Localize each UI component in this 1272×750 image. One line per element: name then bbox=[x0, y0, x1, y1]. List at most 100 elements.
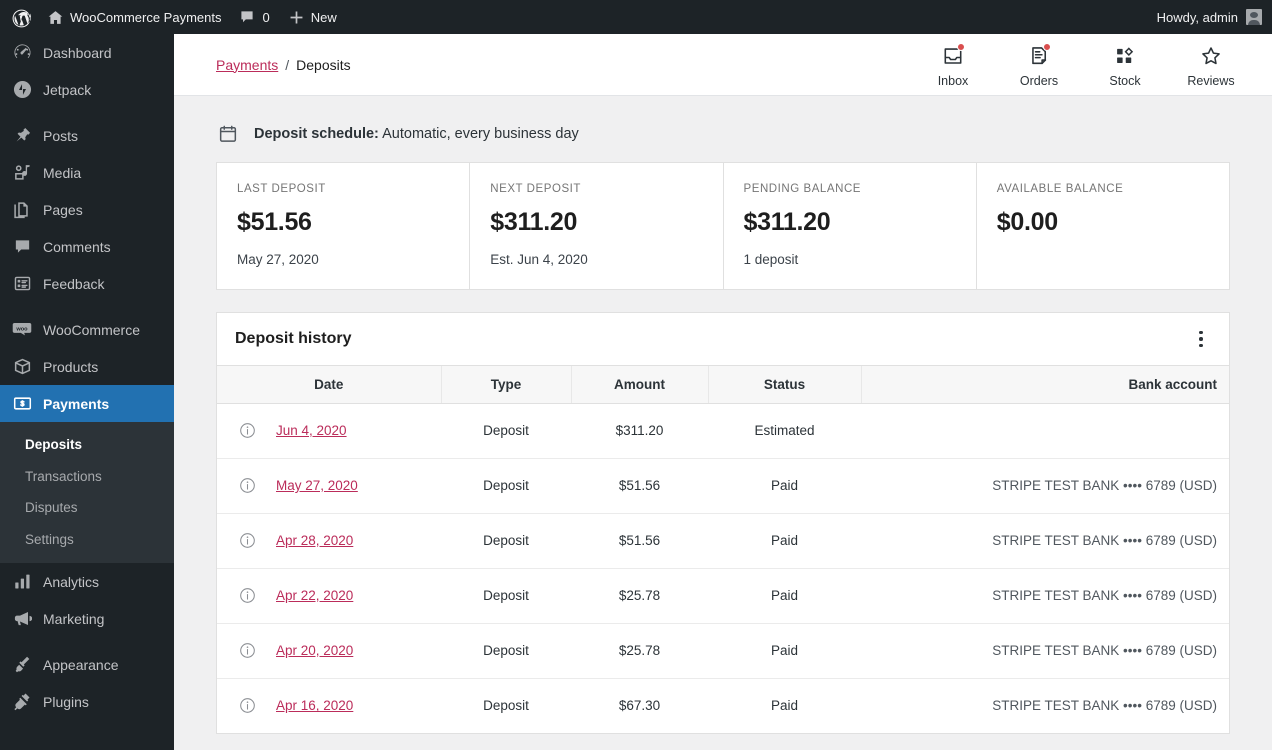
cell-status: Paid bbox=[708, 568, 861, 624]
sidebar-item-label: Marketing bbox=[43, 610, 105, 627]
comments-button[interactable]: 0 bbox=[230, 0, 278, 34]
feedback-icon bbox=[12, 274, 32, 294]
cell-type: Deposit bbox=[441, 403, 571, 459]
wordpress-icon bbox=[12, 9, 31, 28]
table-row[interactable]: May 27, 2020 Deposit $51.56 Paid STRIPE TEST… bbox=[217, 458, 1229, 514]
deposit-date-link[interactable]: Jun 4, 2020 bbox=[276, 423, 347, 438]
sidebar-item-products[interactable]: Products bbox=[0, 348, 174, 385]
submenu-item-deposits[interactable]: Deposits bbox=[0, 429, 174, 461]
orders-icon bbox=[1026, 43, 1052, 69]
top-action-label: Stock bbox=[1109, 74, 1141, 88]
sidebar-item-pages[interactable]: Pages bbox=[0, 191, 174, 228]
new-content-button[interactable]: New bbox=[279, 0, 346, 34]
table-row[interactable]: Apr 28, 2020 Deposit $51.56 Paid STRIPE TEST… bbox=[217, 513, 1229, 569]
cell-bank-account: STRIPE TEST BANK •••• 6789 (USD) bbox=[861, 623, 1229, 679]
table-row[interactable]: Apr 20, 2020 Deposit $25.78 Paid STRIPE TEST… bbox=[217, 623, 1229, 679]
sidebar-item-woocommerce[interactable]: woo WooCommerce bbox=[0, 311, 174, 348]
column-header-status[interactable]: Status bbox=[708, 366, 862, 404]
wordpress-logo-button[interactable] bbox=[0, 0, 38, 34]
notification-badge bbox=[1043, 43, 1051, 51]
sidebar-item-dashboard[interactable]: Dashboard bbox=[0, 34, 174, 71]
summary-card-value: $51.56 bbox=[237, 208, 312, 236]
sidebar-item-label: WooCommerce bbox=[43, 321, 140, 338]
products-icon bbox=[12, 357, 32, 377]
submenu-item-transactions[interactable]: Transactions bbox=[0, 461, 174, 493]
inbox-icon bbox=[940, 43, 966, 69]
comment-icon bbox=[12, 237, 32, 257]
deposit-date-link[interactable]: Apr 20, 2020 bbox=[276, 643, 353, 658]
pages-icon bbox=[12, 200, 32, 220]
info-icon[interactable] bbox=[239, 642, 256, 659]
stock-icon bbox=[1112, 43, 1138, 69]
deposit-schedule: Deposit schedule: Automatic, every busin… bbox=[216, 96, 1230, 162]
submenu-item-disputes[interactable]: Disputes bbox=[0, 492, 174, 524]
sidebar-item-media[interactable]: Media bbox=[0, 154, 174, 191]
sidebar-separator bbox=[0, 108, 174, 117]
plugins-icon bbox=[12, 692, 32, 712]
column-header-date[interactable]: Date bbox=[217, 366, 442, 404]
info-icon[interactable] bbox=[239, 587, 256, 604]
table-row[interactable]: Apr 16, 2020 Deposit $67.30 Paid STRIPE TEST… bbox=[217, 678, 1229, 733]
sidebar-separator bbox=[0, 302, 174, 311]
breadcrumb-link-payments[interactable]: Payments bbox=[216, 57, 278, 73]
main-region: Payments / Deposits Inbox Orders Stock Revi… bbox=[174, 34, 1272, 750]
deposit-history-table: Date Type Amount Status Bank account Jun 4, … bbox=[217, 366, 1229, 733]
star-icon bbox=[1198, 43, 1224, 69]
top-action-orders[interactable]: Orders bbox=[996, 41, 1082, 88]
summary-card-value: $0.00 bbox=[996, 208, 1058, 236]
sidebar-item-jetpack[interactable]: Jetpack bbox=[0, 71, 174, 108]
plus-icon bbox=[288, 9, 304, 25]
info-icon[interactable] bbox=[239, 697, 256, 714]
sidebar-item-label: Payments bbox=[43, 395, 110, 412]
appearance-icon bbox=[12, 655, 32, 675]
sidebar-item-posts[interactable]: Posts bbox=[0, 117, 174, 154]
top-action-buttons: Inbox Orders Stock Reviews bbox=[910, 41, 1272, 88]
sidebar-item-comments[interactable]: Comments bbox=[0, 228, 174, 265]
page-topbar: Payments / Deposits Inbox Orders Stock Revi… bbox=[174, 34, 1272, 96]
sidebar-item-plugins[interactable]: Plugins bbox=[0, 683, 174, 720]
sidebar-item-label: Dashboard bbox=[43, 44, 112, 61]
column-header-type[interactable]: Type bbox=[441, 366, 572, 404]
sidebar-separator bbox=[0, 637, 174, 646]
site-name-label: WooCommerce Payments bbox=[70, 9, 222, 25]
top-action-reviews[interactable]: Reviews bbox=[1168, 41, 1254, 88]
deposit-schedule-value: Automatic, every business day bbox=[382, 126, 579, 142]
summary-card-value: $311.20 bbox=[490, 208, 578, 236]
submenu-item-settings[interactable]: Settings bbox=[0, 524, 174, 556]
cell-date: Jun 4, 2020 bbox=[217, 403, 441, 459]
sidebar-item-appearance[interactable]: Appearance bbox=[0, 646, 174, 683]
comments-count: 0 bbox=[262, 9, 270, 25]
sidebar-item-label: Comments bbox=[43, 238, 111, 255]
cell-amount: $25.78 bbox=[571, 568, 708, 624]
deposit-date-link[interactable]: Apr 16, 2020 bbox=[276, 698, 353, 713]
sidebar-item-payments[interactable]: Payments bbox=[0, 385, 174, 422]
account-menu[interactable]: Howdy, admin bbox=[1157, 9, 1272, 25]
top-action-label: Inbox bbox=[937, 74, 969, 88]
column-header-amount[interactable]: Amount bbox=[571, 366, 709, 404]
top-action-inbox[interactable]: Inbox bbox=[910, 41, 996, 88]
site-name-button[interactable]: WooCommerce Payments bbox=[38, 0, 230, 34]
cell-amount: $25.78 bbox=[571, 623, 708, 679]
sidebar-item-marketing[interactable]: Marketing bbox=[0, 600, 174, 637]
deposit-date-link[interactable]: Apr 28, 2020 bbox=[276, 533, 353, 548]
deposit-history-panel: Deposit history Date Type Amount Status Bank… bbox=[216, 312, 1230, 734]
summary-card-next-deposit: NEXT DEPOSIT $311.20 Est. Jun 4, 2020 bbox=[470, 163, 724, 289]
column-header-bank-account[interactable]: Bank account bbox=[861, 366, 1229, 404]
sidebar-item-feedback[interactable]: Feedback bbox=[0, 265, 174, 302]
cell-status: Paid bbox=[708, 458, 861, 514]
deposit-date-link[interactable]: May 27, 2020 bbox=[276, 478, 358, 493]
deposit-date-link[interactable]: Apr 22, 2020 bbox=[276, 588, 353, 603]
cell-status: Paid bbox=[708, 513, 861, 569]
kebab-menu-icon[interactable] bbox=[1187, 325, 1215, 353]
top-action-stock[interactable]: Stock bbox=[1082, 41, 1168, 88]
breadcrumb-separator: / bbox=[285, 56, 290, 73]
info-icon[interactable] bbox=[239, 422, 256, 439]
admin-sidebar: Dashboard Jetpack Posts Media Pages Comments F… bbox=[0, 34, 174, 750]
table-row[interactable]: Apr 22, 2020 Deposit $25.78 Paid STRIPE TEST… bbox=[217, 568, 1229, 624]
info-icon[interactable] bbox=[239, 532, 256, 549]
table-row[interactable]: Jun 4, 2020 Deposit $311.20 Estimated bbox=[217, 403, 1229, 459]
sidebar-item-analytics[interactable]: Analytics bbox=[0, 563, 174, 600]
info-icon[interactable] bbox=[239, 477, 256, 494]
cell-amount: $51.56 bbox=[571, 513, 708, 569]
top-action-label: Reviews bbox=[1187, 74, 1235, 88]
